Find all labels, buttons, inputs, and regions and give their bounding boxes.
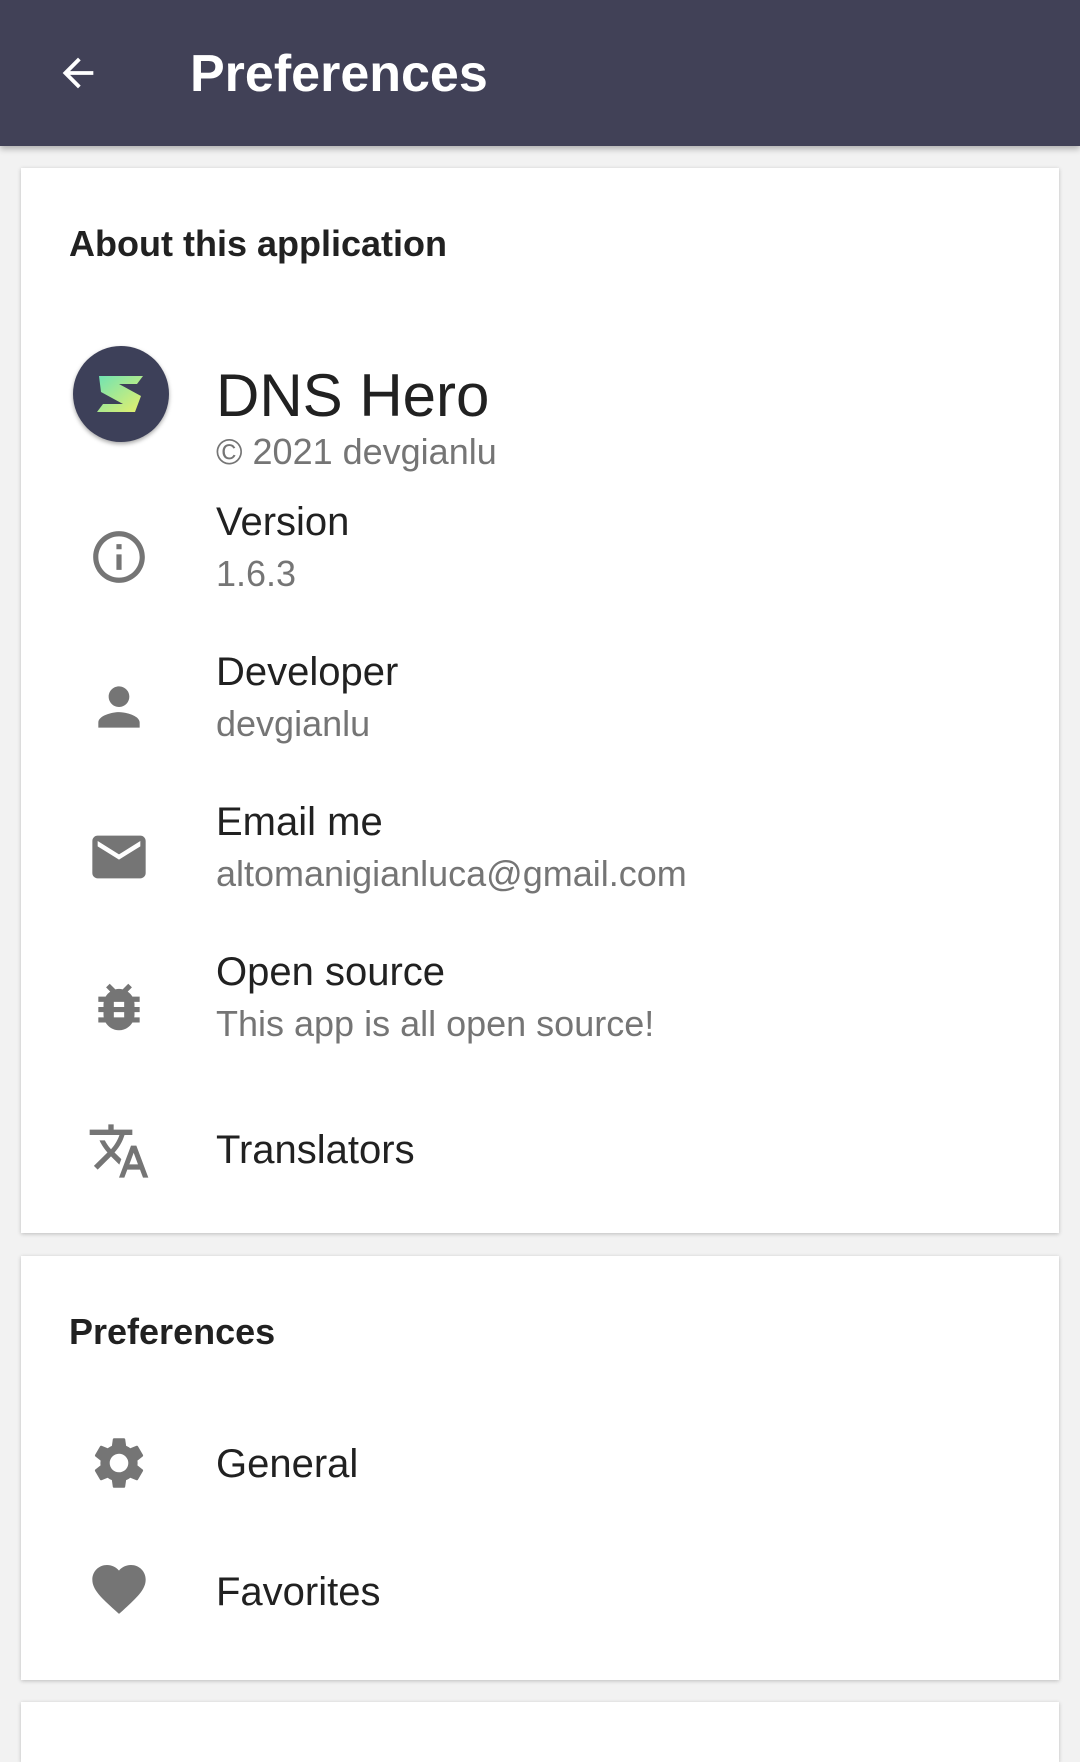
app-logo-icon (73, 346, 169, 442)
favorites-label: Favorites (216, 1570, 381, 1614)
info-icon (69, 522, 169, 592)
version-row[interactable]: Version 1.6.3 (21, 488, 1059, 628)
translators-label: Translators (216, 1128, 415, 1172)
favorites-row[interactable]: Favorites (21, 1534, 1059, 1654)
preferences-card: Preferences General Favorites (21, 1256, 1059, 1680)
version-label: Version (216, 500, 350, 544)
general-label: General (216, 1442, 359, 1486)
open-source-label: Open source (216, 950, 446, 994)
translate-icon (69, 1116, 169, 1186)
version-value: 1.6.3 (216, 553, 297, 594)
developer-label: Developer (216, 650, 399, 694)
page-title: Preferences (190, 45, 488, 103)
email-row[interactable]: Email me altomanigianluca@gmail.com (21, 788, 1059, 928)
email-label: Email me (216, 800, 383, 844)
general-row[interactable]: General (21, 1406, 1059, 1526)
about-section-title: About this application (69, 223, 447, 264)
email-value: altomanigianluca@gmail.com (216, 853, 687, 894)
open-source-value: This app is all open source! (216, 1003, 655, 1044)
developer-value: devgianlu (216, 703, 371, 744)
app-info-row: DNS Hero © 2021 devgianlu (21, 318, 1059, 472)
about-card: About this application DNS Hero © 2021 d… (21, 168, 1059, 1233)
app-name: DNS Hero (216, 362, 490, 429)
next-card (21, 1702, 1059, 1762)
heart-icon (69, 1554, 169, 1624)
back-button[interactable] (40, 35, 116, 111)
mail-icon (69, 822, 169, 892)
developer-row[interactable]: Developer devgianlu (21, 638, 1059, 778)
person-icon (69, 672, 169, 742)
preferences-section-title: Preferences (69, 1311, 276, 1352)
translators-row[interactable]: Translators (21, 1088, 1059, 1218)
app-copyright: © 2021 devgianlu (216, 431, 497, 472)
app-bar: Preferences (0, 0, 1080, 146)
bug-icon (69, 972, 169, 1042)
arrow-back-icon (62, 57, 94, 89)
gear-icon (69, 1428, 169, 1498)
open-source-row[interactable]: Open source This app is all open source! (21, 938, 1059, 1078)
